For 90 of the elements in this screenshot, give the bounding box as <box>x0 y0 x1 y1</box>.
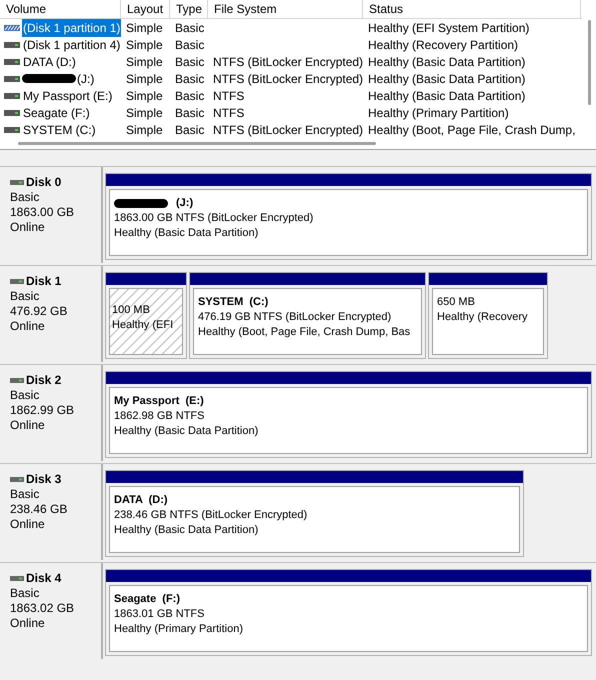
disk-state: Online <box>10 319 46 334</box>
table-cell-text: Simple <box>125 54 163 70</box>
partition-size: 476.19 GB NTFS (BitLocker Encrypted) <box>198 310 392 325</box>
volume-name[interactable]: (Disk 1 partition 1) <box>22 18 121 36</box>
partition-name: My Passport (E:) <box>114 394 204 409</box>
redaction-bar <box>114 199 168 208</box>
table-cell-text: NTFS (BitLocker Encrypted) <box>212 70 363 88</box>
disk-name: Disk 0 <box>26 175 62 190</box>
partition-size: 238.46 GB NTFS (BitLocker Encrypted) <box>114 508 308 523</box>
table-cell-text: NTFS <box>212 88 244 104</box>
table-cell-text: Simple <box>125 70 163 88</box>
table-cell-text: NTFS <box>212 104 244 122</box>
drive-icon <box>4 110 20 116</box>
partition-size: 1863.00 GB NTFS (BitLocker Encrypted) <box>114 211 314 226</box>
drive-icon <box>4 42 20 48</box>
partition-name: SYSTEM (C:) <box>198 295 268 310</box>
drive-icon <box>4 58 20 64</box>
partition-block[interactable]: My Passport (E:) 1862.98 GB NTFS Healthy (Basic Data Partition) <box>105 371 592 458</box>
vertical-scrollbar[interactable] <box>588 20 590 105</box>
partition-status: Healthy (Boot, Page File, Crash Dump, Bas <box>198 325 412 340</box>
disk-name: Disk 2 <box>26 373 62 388</box>
disk-state: Online <box>10 220 46 235</box>
table-cell-text: Basic <box>174 54 204 70</box>
partition-size: 1863.01 GB NTFS <box>114 607 206 622</box>
table-cell-text: Healthy (Basic Data Partition) <box>367 54 526 70</box>
table-cell-text: NTFS (BitLocker Encrypted) <box>212 54 363 70</box>
volume-name[interactable]: (Disk 1 partition 4) <box>22 36 121 54</box>
table-cell-text: Simple <box>125 20 163 36</box>
table-cell-text: Healthy (Primary Partition) <box>367 104 509 122</box>
table-cell-text: Basic <box>174 104 204 122</box>
disk-size: 476.92 GB <box>10 304 68 319</box>
table-cell-text: Healthy (EFI System Partition) <box>367 20 530 36</box>
partition-status: Healthy (Primary Partition) <box>114 622 244 637</box>
volume-name[interactable]: (J:) <box>76 70 96 88</box>
table-cell-text: Healthy (Recovery Partition) <box>367 36 518 54</box>
volume-name[interactable]: SYSTEM (C:) <box>22 120 97 138</box>
partition-block[interactable]: DATA (D:) 238.46 GB NTFS (BitLocker Encrypted) Healthy (Basic Data Partition) <box>105 470 524 557</box>
table-cell-text: Basic <box>174 122 204 138</box>
table-cell-text: Healthy (Boot, Page File, Crash Dump, <box>367 122 576 138</box>
table-cell-text: NTFS (BitLocker Encrypted) <box>212 122 363 138</box>
disk-state: Online <box>10 418 46 433</box>
partition-size: 1862.98 GB NTFS <box>114 409 206 424</box>
partition-block[interactable]: (J:) 1863.00 GB NTFS (BitLocker Encrypted) Healthy (Basic Data Partition) <box>105 173 592 260</box>
disk-size: 1863.00 GB <box>10 205 76 220</box>
partition-status: Healthy (Recovery <box>437 310 528 325</box>
table-cell-text: Simple <box>125 122 163 138</box>
partition-size: 100 MB <box>112 302 151 318</box>
table-cell-text: Basic <box>174 20 204 36</box>
striped-drive-icon <box>4 24 20 32</box>
disk-size: 1863.02 GB <box>10 601 76 616</box>
volume-name[interactable]: DATA (D:) <box>22 52 77 70</box>
drive-icon <box>4 92 20 98</box>
disk-type: Basic <box>10 388 40 403</box>
redaction-bar <box>22 74 76 83</box>
disk-type: Basic <box>10 289 40 304</box>
partition-block[interactable]: Seagate (F:) 1863.01 GB NTFS Healthy (Primary Partition) <box>105 569 592 656</box>
disk-name: Disk 3 <box>26 472 62 487</box>
volume-name[interactable]: Seagate (F:) <box>22 104 91 122</box>
horizontal-scrollbar[interactable] <box>18 142 376 145</box>
disk-name: Disk 4 <box>26 571 62 586</box>
volume-name[interactable]: My Passport (E:) <box>22 86 114 104</box>
disk-type: Basic <box>10 586 40 601</box>
disk-state: Online <box>10 616 46 631</box>
table-cell-text: Simple <box>125 88 163 104</box>
partition-block[interactable]: 650 MB Healthy (Recovery <box>428 272 548 359</box>
disk-state: Online <box>10 517 46 532</box>
table-cell-text: Healthy (Basic Data Partition) <box>367 88 526 104</box>
partition-name: DATA (D:) <box>114 493 168 508</box>
disk-name: Disk 1 <box>26 274 62 289</box>
disk-size: 238.46 GB <box>10 502 68 517</box>
table-cell-text: Healthy (Basic Data Partition) <box>367 70 526 88</box>
table-cell-text: Simple <box>125 104 163 122</box>
partition-name: Seagate (F:) <box>114 592 180 607</box>
table-cell-text: Basic <box>174 36 204 54</box>
table-cell-text: Basic <box>174 70 204 88</box>
table-cell-text: Basic <box>174 88 204 104</box>
partition-size: 650 MB <box>437 295 476 310</box>
partition-status: Healthy (Basic Data Partition) <box>114 424 260 439</box>
partition-block[interactable]: 100 MB Healthy (EFI <box>105 272 187 359</box>
partition-status: Healthy (Basic Data Partition) <box>114 226 260 241</box>
drive-icon <box>4 126 20 132</box>
partition-status: Healthy (Basic Data Partition) <box>114 523 260 538</box>
partition-name: (J:) <box>176 196 194 211</box>
disk-type: Basic <box>10 190 40 205</box>
disk-type: Basic <box>10 487 40 502</box>
table-cell-text: Simple <box>125 36 163 54</box>
disk-size: 1862.99 GB <box>10 403 76 418</box>
partition-status: Healthy (EFI <box>112 318 174 332</box>
drive-icon <box>4 76 20 82</box>
partition-block[interactable]: SYSTEM (C:) 476.19 GB NTFS (BitLocker Encrypted) Healthy (Boot, Page File, Crash Dump, Bas <box>189 272 426 359</box>
